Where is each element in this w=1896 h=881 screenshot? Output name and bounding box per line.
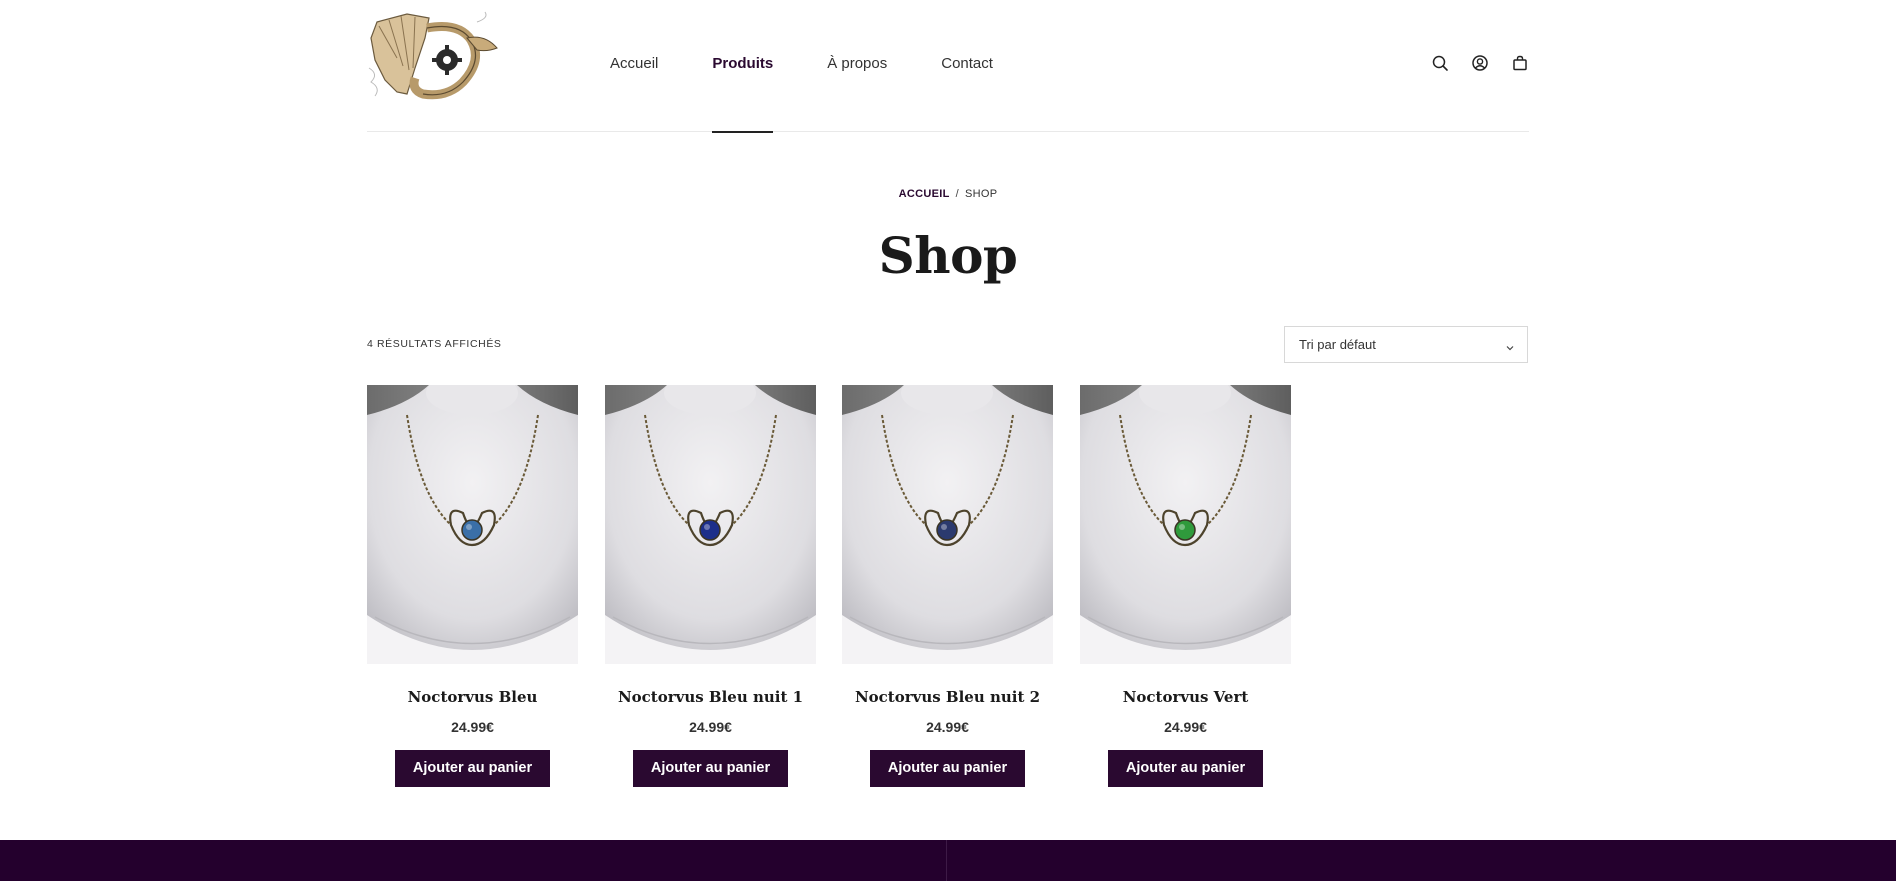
product-name[interactable]: Noctorvus Bleu (347, 688, 598, 706)
chevron-down-icon (1505, 340, 1515, 351)
product-name[interactable]: Noctorvus Vert (1060, 688, 1311, 706)
product-price: 24.99€ (689, 719, 732, 735)
nav-item-accueil[interactable]: Accueil (610, 0, 658, 132)
sort-selected-value: Tri par défaut (1299, 337, 1376, 352)
product-image[interactable] (605, 385, 816, 664)
site-header: Accueil Produits À propos Contact (367, 0, 1529, 133)
cart-icon[interactable] (1511, 54, 1529, 72)
add-to-cart-button[interactable]: Ajouter au panier (633, 750, 788, 787)
result-count: 4 RÉSULTATS AFFICHÉS (367, 338, 502, 350)
nav-item-produits[interactable]: Produits (712, 0, 773, 133)
add-to-cart-button[interactable]: Ajouter au panier (1108, 750, 1263, 787)
nav-item-contact[interactable]: Contact (941, 0, 993, 132)
product-name[interactable]: Noctorvus Bleu nuit 2 (822, 688, 1073, 706)
add-to-cart-button[interactable]: Ajouter au panier (395, 750, 550, 787)
sort-select[interactable]: Tri par défaut (1284, 326, 1528, 363)
footer-divider (946, 840, 947, 881)
product-card: Noctorvus Vert 24.99€ Ajouter au panier (1080, 385, 1291, 787)
add-to-cart-button[interactable]: Ajouter au panier (870, 750, 1025, 787)
product-price: 24.99€ (926, 719, 969, 735)
product-card: Noctorvus Bleu nuit 1 24.99€ Ajouter au … (605, 385, 816, 787)
product-image[interactable] (367, 385, 578, 664)
product-price: 24.99€ (1164, 719, 1207, 735)
site-footer (0, 840, 1896, 881)
product-image[interactable] (842, 385, 1053, 664)
breadcrumb-home-link[interactable]: ACCUEIL (899, 188, 950, 200)
site-logo[interactable] (367, 8, 503, 103)
search-icon[interactable] (1431, 54, 1449, 72)
main-nav: Accueil Produits À propos Contact (610, 0, 1047, 133)
product-image[interactable] (1080, 385, 1291, 664)
header-icons (1431, 54, 1529, 72)
page-title: Shop (878, 226, 1018, 285)
product-card: Noctorvus Bleu 24.99€ Ajouter au panier (367, 385, 578, 787)
product-name[interactable]: Noctorvus Bleu nuit 1 (585, 688, 836, 706)
product-card: Noctorvus Bleu nuit 2 24.99€ Ajouter au … (842, 385, 1053, 787)
nav-item-a-propos[interactable]: À propos (827, 0, 887, 132)
breadcrumb: ACCUEIL / SHOP (0, 188, 1896, 200)
breadcrumb-separator: / (955, 188, 959, 200)
account-icon[interactable] (1471, 54, 1489, 72)
breadcrumb-current: SHOP (964, 188, 998, 200)
product-price: 24.99€ (451, 719, 494, 735)
